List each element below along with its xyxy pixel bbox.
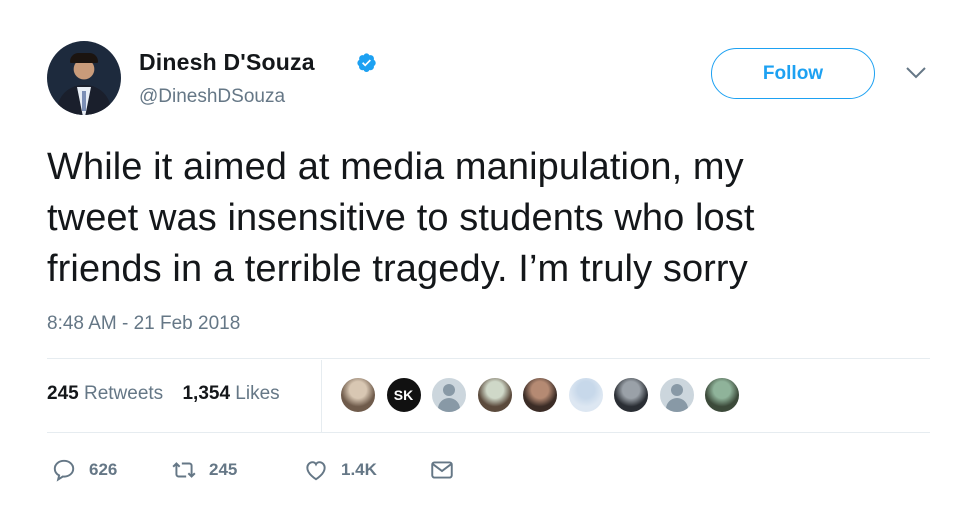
verified-badge-icon (357, 53, 376, 73)
likes-label: Likes (235, 383, 280, 404)
liker-avatar[interactable]: SK (385, 377, 422, 413)
liker-avatar[interactable] (613, 377, 649, 413)
reply-icon (53, 459, 75, 482)
tweet-text: While it aimed at media manipulation, my… (47, 142, 907, 295)
liker-avatar[interactable] (476, 377, 513, 413)
stats-bottom-divider (47, 432, 930, 433)
author-name[interactable]: Dinesh D'Souza (139, 49, 315, 76)
author-avatar[interactable] (47, 41, 121, 115)
message-icon (431, 461, 453, 479)
retweets-count: 245 (47, 383, 79, 404)
chevron-down-icon[interactable] (905, 66, 927, 80)
stats-top-divider (47, 358, 930, 359)
liker-avatar[interactable] (704, 377, 740, 413)
tweet-timestamp[interactable]: 8:48 AM - 21 Feb 2018 (47, 313, 240, 335)
tweet-card: Dinesh D'Souza @DineshDSouza Follow Whil… (0, 0, 980, 507)
likes-count: 1,354 (182, 383, 231, 404)
tweet-text-line: While it aimed at media manipulation, my (47, 146, 744, 188)
like-icon (306, 461, 326, 481)
liker-avatar[interactable] (522, 377, 558, 413)
liker-avatar[interactable] (567, 377, 604, 413)
avatar-hair (70, 53, 98, 63)
tweet-text-line: tweet was insensitive to students who lo… (47, 197, 755, 239)
tweet-text-line: friends in a terrible tragedy. I’m truly… (47, 248, 748, 290)
retweets-stat[interactable]: 245 Retweets (47, 383, 163, 405)
retweets-label: Retweets (83, 383, 164, 404)
engagement-stats: 245 Retweets 1,354 Likes (47, 383, 294, 405)
stats-vertical-divider (321, 360, 322, 432)
reply-count: 626 (89, 460, 118, 479)
like-count: 1.4K (341, 460, 377, 479)
liker-avatar[interactable] (340, 377, 376, 413)
retweet-icon (172, 462, 196, 478)
follow-button[interactable]: Follow (711, 48, 875, 99)
like-button[interactable]: 1.4K (303, 452, 377, 488)
avatar-tie (82, 91, 86, 111)
likes-stat[interactable]: 1,354 Likes (182, 383, 279, 405)
author-handle[interactable]: @DineshDSouza (139, 86, 285, 108)
retweet-button[interactable]: 245 (171, 452, 237, 488)
liker-avatar[interactable] (658, 377, 695, 413)
direct-message-button[interactable] (429, 452, 455, 488)
reply-button[interactable]: 626 (51, 452, 117, 488)
retweet-count: 245 (209, 460, 238, 479)
liker-avatar[interactable] (431, 377, 467, 413)
